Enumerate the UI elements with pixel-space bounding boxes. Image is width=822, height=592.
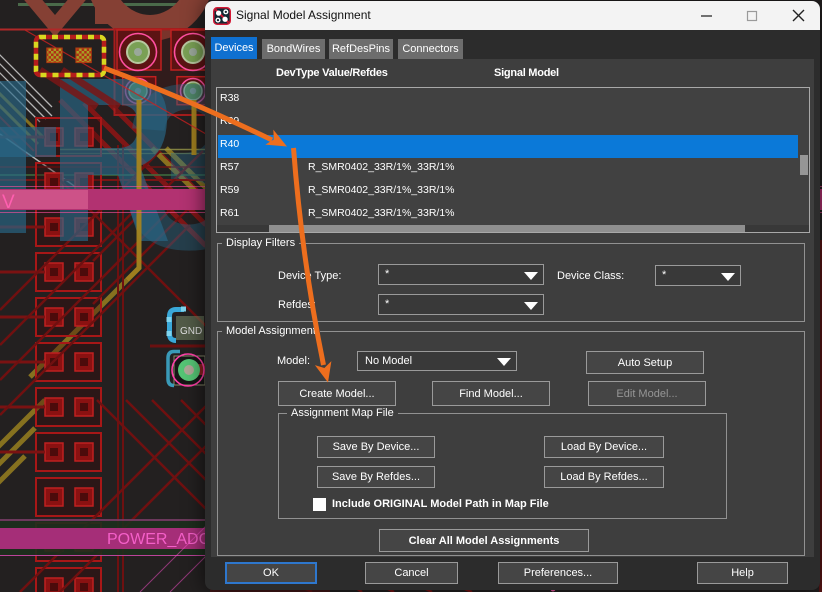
svg-text:POWER_ADC: POWER_ADC [107, 531, 210, 548]
svg-text:GND: GND [180, 326, 202, 337]
svg-text:V: V [2, 192, 15, 213]
